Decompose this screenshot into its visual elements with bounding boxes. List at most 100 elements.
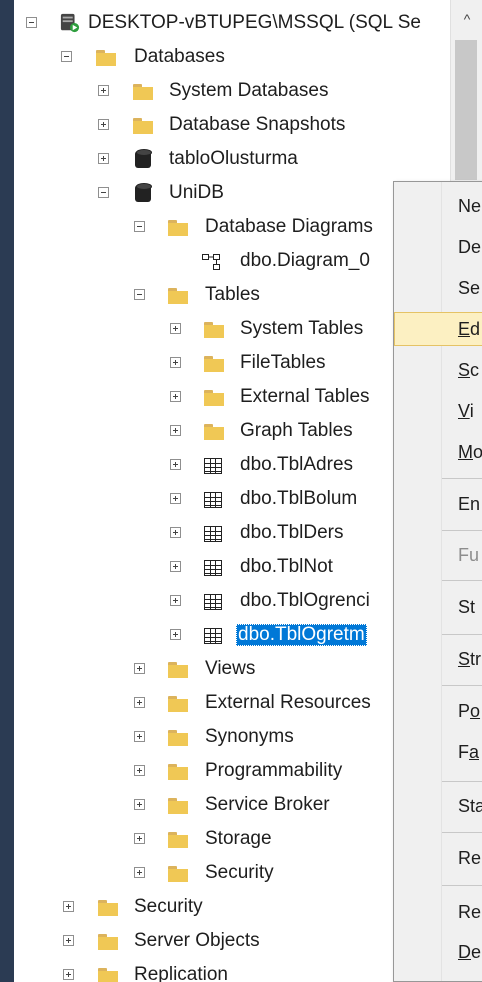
context-menu[interactable]: Ne De Se Ed Sc Vi Mo En Fu St Str Po Fa … [393,181,482,982]
menu-item-label: Sc [458,360,480,380]
menu-item-label: Ne [458,196,482,216]
menu-item-12[interactable]: Fa [394,735,482,769]
menu-item-4[interactable]: Sc [394,353,482,387]
folder-icon [204,424,224,440]
menu-item-label: Fu [458,545,480,565]
tbl-bolum-label: dbo.TblBolum [240,488,358,509]
table-icon [204,458,222,474]
menu-separator [442,580,482,581]
tbl-ders-label: dbo.TblDers [240,522,344,543]
menu-item-1[interactable]: De [394,230,482,264]
server-objects-label: Server Objects [134,930,260,951]
file-tables-label: FileTables [240,352,326,373]
expand-toggle[interactable] [170,493,181,504]
expand-toggle[interactable] [170,629,181,640]
menu-item-6[interactable]: Mo [394,435,482,469]
menu-item-8-disabled[interactable]: Fu [394,538,482,572]
object-explorer-tree[interactable]: DESKTOP-vBTUPEG\MSSQL (SQL Se Databases … [14,0,450,982]
security-db-label: Security [205,862,274,883]
collapse-toggle[interactable] [98,187,109,198]
folder-icon [204,356,224,372]
expand-toggle[interactable] [134,663,145,674]
tbl-ogrenci-label: dbo.TblOgrenci [240,590,370,611]
table-icon [204,560,222,576]
expand-toggle[interactable] [134,799,145,810]
collapse-toggle[interactable] [61,51,72,62]
expand-toggle[interactable] [134,833,145,844]
menu-item-label: Mo [458,442,482,462]
expand-toggle[interactable] [170,595,181,606]
sql-server-icon [60,13,80,33]
folder-icon [168,220,188,236]
expand-toggle[interactable] [63,935,74,946]
menu-item-7[interactable]: En [394,487,482,521]
folder-icon [204,322,224,338]
expand-toggle[interactable] [170,391,181,402]
views-label: Views [205,658,256,679]
expand-toggle[interactable] [98,119,109,130]
database-snapshots-label: Database Snapshots [169,114,346,135]
expand-toggle[interactable] [170,527,181,538]
menu-item-10[interactable]: Str [394,642,482,676]
window-left-border [0,0,14,982]
collapse-toggle[interactable] [134,289,145,300]
scroll-up-button[interactable]: ^ [451,0,482,38]
service-broker-label: Service Broker [205,794,330,815]
folder-icon [168,662,188,678]
tbl-ogretmen-label: dbo.TblOgretm [236,624,367,646]
menu-separator [442,832,482,833]
table-icon [204,628,222,644]
scroll-thumb[interactable] [455,40,477,180]
diagram-icon [202,254,220,270]
menu-item-label: Fa [458,742,480,762]
expand-toggle[interactable] [170,323,181,334]
synonyms-label: Synonyms [205,726,294,747]
menu-item-9[interactable]: St [394,590,482,624]
menu-separator [442,885,482,886]
menu-item-label: En [458,494,481,514]
security-server-label: Security [134,896,203,917]
table-icon [204,492,222,508]
expand-toggle[interactable] [170,357,181,368]
menu-item-13[interactable]: Sta [394,789,482,823]
expand-toggle[interactable] [134,697,145,708]
folder-icon [168,730,188,746]
collapse-toggle[interactable] [26,17,37,28]
table-icon [204,594,222,610]
menu-item-2[interactable]: Se [394,271,482,305]
expand-toggle[interactable] [134,731,145,742]
folder-icon [204,390,224,406]
databases-label: Databases [134,46,225,67]
expand-toggle[interactable] [170,425,181,436]
system-tables-label: System Tables [240,318,364,339]
menu-separator [442,530,482,531]
expand-toggle[interactable] [98,153,109,164]
folder-icon [168,866,188,882]
menu-item-3-highlighted[interactable]: Ed [394,312,482,346]
external-resources-label: External Resources [205,692,371,713]
menu-item-5[interactable]: Vi [394,394,482,428]
expand-toggle[interactable] [134,765,145,776]
menu-item-16[interactable]: De [394,935,482,969]
database-icon [135,149,152,169]
folder-icon [168,832,188,848]
db-tablo-label: tabloOlusturma [169,148,298,169]
expand-toggle[interactable] [170,459,181,470]
menu-separator [442,685,482,686]
menu-item-11[interactable]: Po [394,694,482,728]
folder-icon [98,900,118,916]
folder-icon [133,84,153,100]
menu-item-15[interactable]: Re [394,895,482,929]
folder-icon [168,798,188,814]
chevron-up-icon: ^ [463,11,471,27]
expand-toggle[interactable] [170,561,181,572]
expand-toggle[interactable] [98,85,109,96]
expand-toggle[interactable] [63,969,74,980]
expand-toggle[interactable] [63,901,74,912]
folder-icon [96,50,116,66]
expand-toggle[interactable] [134,867,145,878]
menu-item-0[interactable]: Ne [394,189,482,223]
menu-item-label: Se [458,278,481,298]
collapse-toggle[interactable] [134,221,145,232]
menu-item-14[interactable]: Re [394,841,482,875]
